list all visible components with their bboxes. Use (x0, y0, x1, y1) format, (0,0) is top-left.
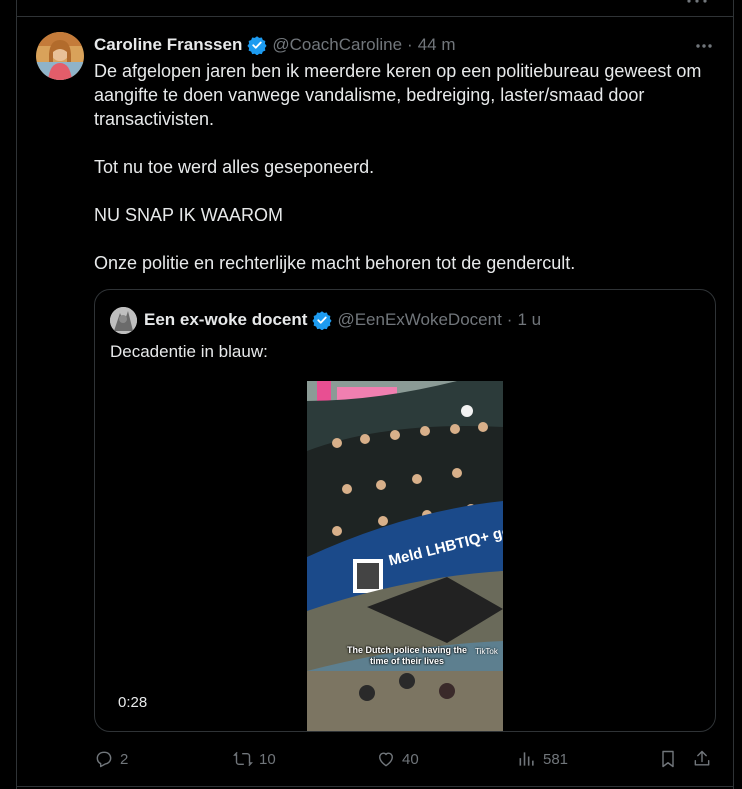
like-icon (379, 752, 393, 767)
previous-more-icon (687, 0, 707, 3)
quoted-author-handle[interactable]: @EenExWokeDocent (337, 310, 501, 330)
like-count: 40 (402, 750, 419, 768)
like-button[interactable]: 40 (376, 746, 419, 772)
tweet-paragraph: Tot nu toe werd alles geseponeerd. (94, 157, 375, 177)
separator-top (16, 16, 734, 17)
verified-badge-icon (312, 311, 333, 330)
repost-icon (233, 751, 253, 767)
tweet-paragraph: Onze politie en rechterlijke macht behor… (94, 253, 576, 273)
timeline-border-right (733, 0, 734, 789)
quoted-header: Een ex-woke docent @EenExWokeDocent · 1 … (144, 308, 541, 332)
views-count: 581 (543, 750, 569, 768)
quoted-author-avatar (110, 307, 137, 334)
quoted-header-separator: · (506, 310, 513, 329)
tweet-text: De afgelopen jaren ben ik meerdere keren… (94, 59, 726, 275)
quoted-author-name[interactable]: Een ex-woke docent (144, 310, 307, 330)
separator-bottom (16, 786, 734, 787)
video-caption: The Dutch police having the time of thei… (346, 645, 467, 666)
tweet-header: Caroline Franssen @CoachCaroline · 44 m (94, 34, 456, 56)
tweet-actions: 2 10 40 581 (94, 746, 718, 772)
bookmark-button[interactable] (658, 746, 678, 772)
author-avatar[interactable] (36, 32, 84, 80)
share-button[interactable] (692, 746, 712, 772)
reply-button[interactable]: 2 (94, 746, 128, 772)
tweet-paragraph: De afgelopen jaren ben ik meerdere keren… (94, 61, 702, 129)
quoted-video[interactable]: Meld LHBTIQ+ ge The Dutch police having … (307, 381, 503, 731)
author-name[interactable]: Caroline Franssen (94, 35, 242, 55)
reply-count: 2 (120, 750, 129, 768)
bookmark-icon (662, 750, 674, 768)
quoted-text: Decadentie in blauw: (110, 342, 268, 361)
repost-count: 10 (259, 750, 276, 768)
video-duration: 0:28 (118, 694, 148, 711)
timeline-border-left (16, 0, 17, 789)
author-handle[interactable]: @CoachCaroline (272, 35, 402, 55)
share-icon (694, 750, 710, 766)
verified-badge-icon (247, 36, 267, 55)
quoted-tweet[interactable]: Een ex-woke docent @EenExWokeDocent · 1 … (94, 289, 716, 732)
tweet-time[interactable]: 44 m (418, 35, 456, 55)
tiktok-watermark: TikTok (475, 647, 498, 656)
reply-icon (96, 751, 112, 768)
repost-button[interactable]: 10 (233, 746, 276, 772)
views-button[interactable]: 581 (517, 746, 568, 772)
header-separator: · (407, 35, 413, 54)
tweet-paragraph: NU SNAP IK WAAROM (94, 205, 284, 225)
more-icon[interactable] (694, 36, 714, 56)
quoted-time[interactable]: 1 u (517, 310, 541, 330)
views-icon (519, 752, 534, 766)
